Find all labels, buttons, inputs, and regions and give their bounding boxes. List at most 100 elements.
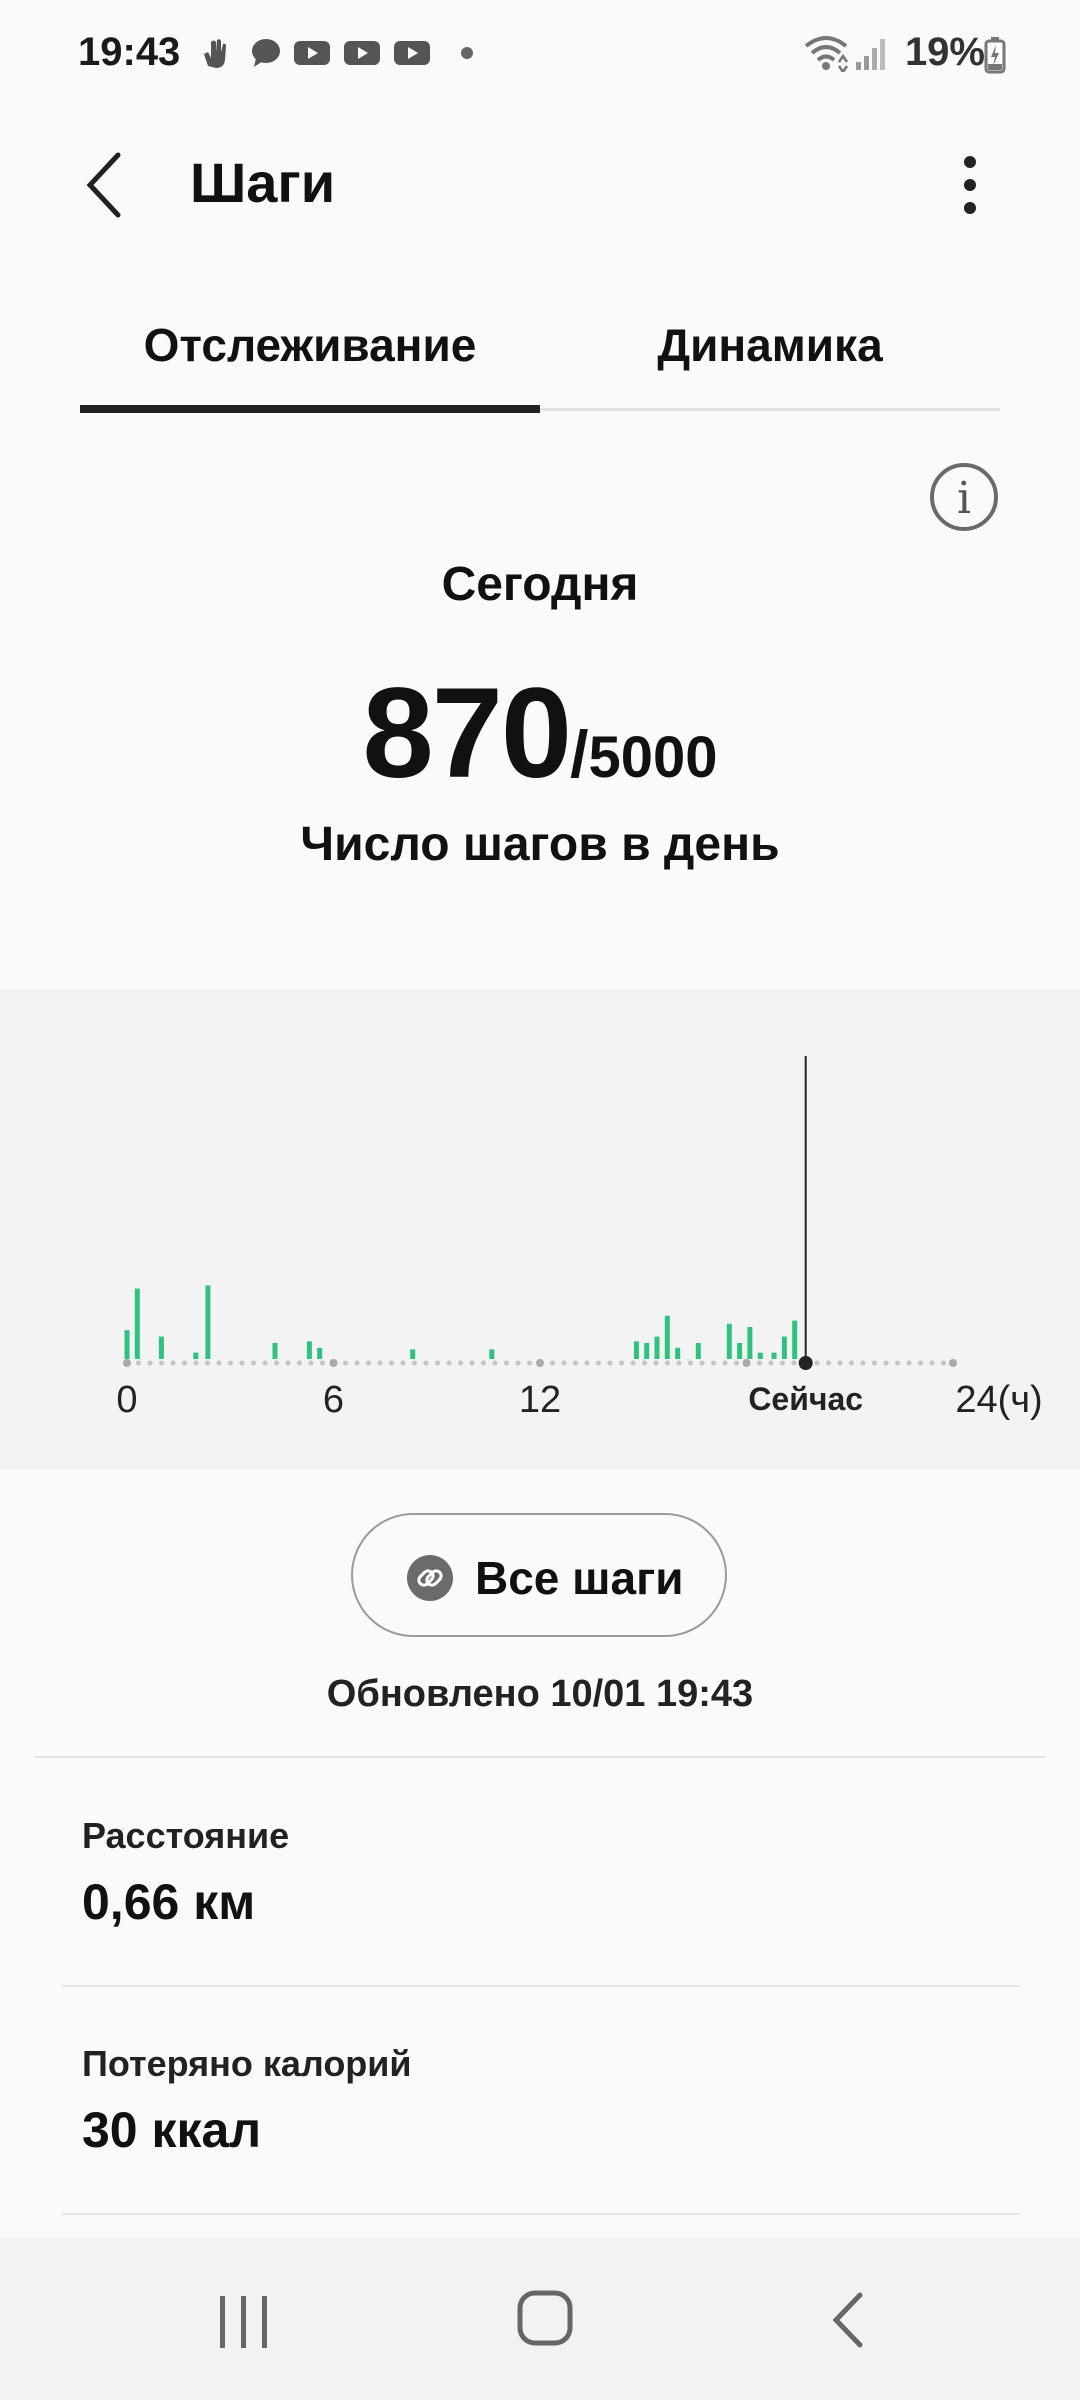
chart-bar [410,1349,416,1359]
chart-bar [124,1330,130,1359]
baseline-dot [711,1360,716,1366]
baseline-dot [285,1360,291,1366]
calories-value: 30 ккал [82,2102,262,2158]
baseline-dot [688,1360,693,1366]
baseline-dot [435,1360,440,1366]
baseline-dot [228,1360,233,1366]
page-title: Шаги [190,151,336,214]
baseline-dot [768,1360,774,1366]
baseline-dot [722,1360,728,1366]
system-nav-bar [0,2238,1080,2400]
axis-tick-dot [742,1359,751,1367]
baseline-dot [653,1360,659,1366]
baseline-dot [205,1360,210,1366]
recent-apps-icon[interactable] [214,2294,274,2350]
chat-bubble-icon [252,39,280,67]
baseline-dot [527,1360,532,1366]
chart-bar [695,1343,701,1359]
chart-bar [737,1343,743,1359]
baseline-dot [699,1360,705,1366]
baseline-dot [929,1360,935,1366]
chart-bar [134,1288,140,1359]
baseline-dot [469,1360,475,1366]
baseline-dot [170,1360,176,1366]
divider [62,1985,1020,1987]
chart-bar [757,1352,763,1359]
axis-tick-label: 0 [116,1379,137,1421]
now-marker [798,1356,813,1370]
battery-charging-icon [984,37,1006,74]
baseline-dot [136,1360,141,1366]
home-icon[interactable] [515,2288,575,2348]
youtube-icon [394,41,430,65]
wifi-icon [804,36,849,72]
baseline-dot [860,1360,866,1366]
distance-title: Расстояние [82,1815,290,1856]
chart-bar [792,1320,798,1359]
dot-icon [461,47,473,59]
chart-bar [489,1349,495,1359]
baseline-dot [849,1360,854,1366]
axis-tick-dot [536,1359,544,1367]
baseline-dot [492,1360,498,1366]
steps-goal: 5000 [588,725,718,790]
baseline-dot [389,1360,394,1366]
baseline-dot [320,1360,325,1366]
baseline-dot [400,1360,406,1366]
baseline-dot [504,1360,509,1366]
hourly-steps-chart: 0 6 12 Сейчас 24(ч) [0,990,1080,1470]
chart-canvas: 0 6 12 Сейчас 24(ч) [116,1056,1043,1421]
youtube-icon [344,41,380,65]
baseline-dot [642,1360,647,1366]
chart-bar [654,1336,660,1359]
baseline-dot [607,1360,613,1366]
tab-dynamics[interactable]: Динамика [540,318,1000,372]
baseline-dot [895,1360,900,1366]
chart-bar [272,1343,278,1359]
baseline-dot [412,1360,417,1366]
axis-tick-label: 12 [519,1379,561,1421]
calories-title: Потеряно калорий [82,2043,412,2084]
chart-bar [205,1285,211,1359]
axis-tick-dot [123,1359,131,1367]
back-icon[interactable] [828,2290,868,2350]
chart-bar [675,1347,681,1359]
all-steps-button[interactable]: Все шаги [351,1513,727,1637]
baseline-dot [883,1360,889,1366]
axis-tick-label: 24(ч) [955,1379,1042,1421]
baseline-dot [251,1360,256,1366]
link-icon [407,1555,453,1601]
axis-tick-label: Сейчас [748,1381,863,1417]
baseline-dot [182,1360,187,1366]
baseline-dot [377,1360,383,1366]
baseline-dot [297,1360,302,1366]
back-chevron-icon[interactable] [80,150,130,220]
baseline-dot [619,1360,624,1366]
tab-divider [540,408,1000,411]
baseline-dot [573,1360,578,1366]
more-vert-icon[interactable] [950,150,990,220]
baseline-dot [366,1360,371,1366]
baseline-dot [193,1360,199,1366]
baseline-dot [791,1360,797,1366]
divider [62,2213,1020,2215]
baseline-dot [814,1360,820,1366]
baseline-dot [274,1360,279,1366]
baseline-dot [239,1360,245,1366]
chart-bar [771,1352,777,1359]
baseline-dot [343,1360,348,1366]
baseline-dot [780,1360,785,1366]
info-icon[interactable]: i [930,463,998,531]
distance-value: 0,66 км [82,1874,256,1930]
baseline-dot [872,1360,877,1366]
baseline-dot [826,1360,831,1366]
tab-tracking[interactable]: Отслеживание [80,318,540,372]
baseline-dot [734,1360,739,1366]
chart-bar [781,1336,787,1359]
baseline-dot [481,1360,486,1366]
baseline-dot [906,1360,912,1366]
baseline-dot [837,1360,843,1366]
chart-bar [306,1341,312,1359]
baseline-dot [446,1360,452,1366]
chart-bar [726,1323,732,1359]
